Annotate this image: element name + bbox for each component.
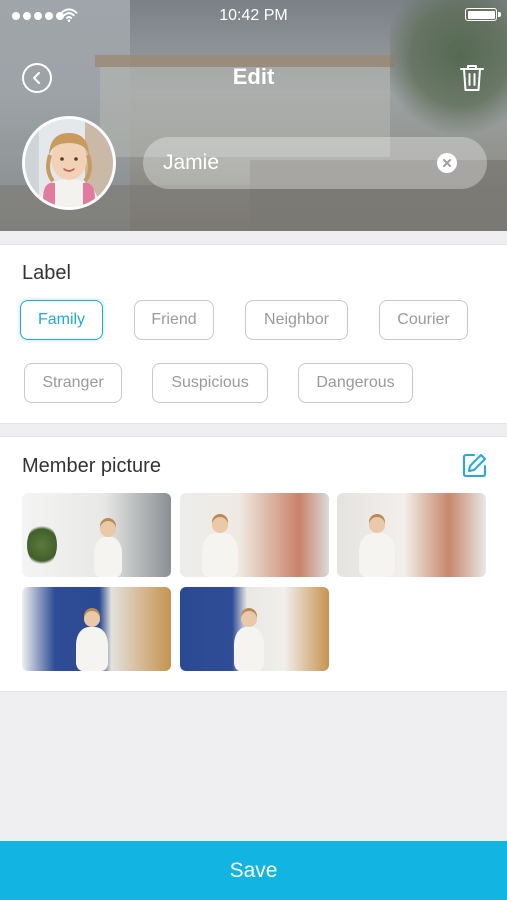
- profile-header: 10:42 PM Edit: [0, 0, 507, 231]
- member-photo-5[interactable]: [180, 587, 329, 671]
- clear-x-glyph: [443, 159, 451, 167]
- photo-child-figure: [234, 627, 264, 671]
- label-chip-dangerous[interactable]: Dangerous: [298, 363, 413, 403]
- clear-x-circle-icon[interactable]: [437, 153, 457, 173]
- page-title: Edit: [232, 64, 275, 89]
- member-photo-4[interactable]: [22, 587, 171, 671]
- photo-child-figure: [76, 627, 108, 671]
- edit-pencil-icon[interactable]: [461, 452, 488, 479]
- photo-child-figure: [94, 537, 122, 577]
- status-time: 10:42 PM: [219, 7, 288, 24]
- photo-child-figure: [202, 533, 238, 577]
- member-photo-1[interactable]: [22, 493, 171, 577]
- member-photo-2[interactable]: [180, 493, 329, 577]
- photo-child-figure: [359, 533, 395, 577]
- label-chip-friend[interactable]: Friend: [134, 300, 214, 340]
- battery-icon: [465, 8, 501, 21]
- name-input[interactable]: [143, 137, 487, 189]
- trash-icon[interactable]: [458, 62, 486, 94]
- label-section: Label Family Friend Neighbor Courier Str…: [0, 244, 507, 424]
- member-picture-title: Member picture: [22, 455, 161, 477]
- label-section-title: Label: [22, 262, 71, 284]
- label-chip-suspicious[interactable]: Suspicious: [152, 363, 268, 403]
- label-chip-neighbor[interactable]: Neighbor: [245, 300, 348, 340]
- label-chip-stranger[interactable]: Stranger: [24, 363, 122, 403]
- avatar-photo: [25, 119, 113, 207]
- photo-plant: [27, 523, 57, 567]
- member-photo-3[interactable]: [337, 493, 486, 577]
- label-chip-courier[interactable]: Courier: [379, 300, 468, 340]
- status-bar: 10:42 PM: [0, 0, 507, 32]
- name-field[interactable]: [143, 137, 487, 189]
- save-button[interactable]: Save: [0, 841, 507, 900]
- avatar[interactable]: [22, 116, 116, 210]
- label-chip-family[interactable]: Family: [20, 300, 103, 340]
- battery-level: [467, 10, 495, 19]
